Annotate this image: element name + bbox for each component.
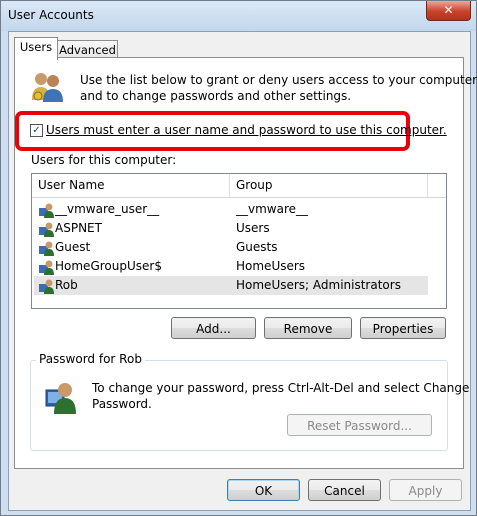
list-header: User Name Group [32, 174, 446, 198]
window-title: User Accounts [8, 8, 94, 22]
close-button[interactable]: ✕ [426, 1, 471, 21]
title-bar[interactable]: User Accounts ✕ [1, 1, 476, 31]
table-row-selected[interactable]: Rob HomeUsers; Administrators [34, 276, 428, 295]
user-icon [39, 222, 54, 237]
user-account-icon [45, 383, 76, 414]
user-name-cell: Rob [55, 278, 78, 292]
cancel-button[interactable]: Cancel [308, 479, 381, 501]
table-row[interactable]: __vmware_user__ __vmware__ [34, 200, 428, 219]
table-row[interactable]: ASPNET Users [34, 219, 428, 238]
user-name-cell: Guest [55, 240, 91, 254]
password-help-line-1: To change your password, press Ctrl-Alt-… [92, 381, 470, 395]
group-cell: Users [236, 221, 270, 235]
user-name-cell: ASPNET [55, 221, 102, 235]
user-icon [39, 260, 54, 275]
require-password-checkbox[interactable]: ✓ [30, 124, 43, 137]
table-row[interactable]: Guest Guests [34, 238, 428, 257]
group-cell: __vmware__ [236, 202, 309, 216]
table-row[interactable]: HomeGroupUser$ HomeUsers [34, 257, 428, 276]
group-cell: Guests [236, 240, 278, 254]
intro-line-1: Use the list below to grant or deny user… [80, 73, 477, 87]
apply-button[interactable]: Apply [389, 479, 462, 501]
users-list-caption: Users for this computer: [31, 153, 177, 167]
password-group-label: Password for Rob [36, 352, 145, 366]
users-list[interactable]: User Name Group __vmware_user__ __vmware… [31, 173, 447, 309]
tab-users[interactable]: Users [14, 37, 58, 60]
user-icon [39, 241, 54, 256]
remove-user-button[interactable]: Remove [264, 317, 352, 339]
group-cell: HomeUsers [236, 259, 306, 273]
ok-button[interactable]: OK [227, 479, 300, 501]
intro-line-2: and to change passwords and other settin… [80, 89, 352, 103]
column-header-group[interactable]: Group [230, 174, 428, 197]
group-cell: HomeUsers; Administrators [236, 278, 401, 292]
user-icon [39, 279, 54, 294]
column-header-user-name[interactable]: User Name [32, 174, 230, 197]
user-icon [39, 203, 54, 218]
require-password-label[interactable]: Users must enter a user name and passwor… [46, 123, 447, 137]
user-name-cell: __vmware_user__ [55, 202, 160, 216]
reset-password-button[interactable]: Reset Password... [287, 414, 432, 436]
user-name-cell: HomeGroupUser$ [55, 259, 162, 273]
password-help-line-2: Password. [92, 397, 152, 411]
users-group-icon [32, 73, 63, 102]
properties-button[interactable]: Properties [360, 317, 446, 339]
add-user-button[interactable]: Add... [171, 317, 256, 339]
